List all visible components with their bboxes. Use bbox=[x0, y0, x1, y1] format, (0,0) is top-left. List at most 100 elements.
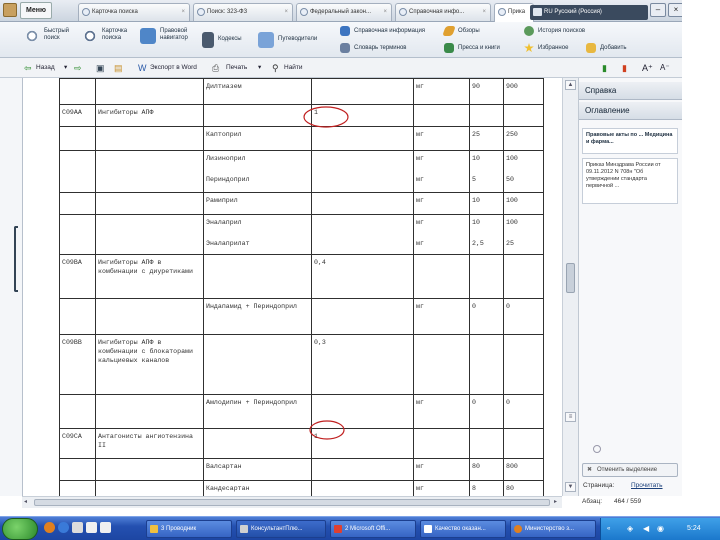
security-icon[interactable]: ◉ bbox=[657, 518, 664, 540]
quick-search-button[interactable]: Быстрый поиск bbox=[24, 28, 80, 48]
tab-order[interactable]: Прика bbox=[494, 3, 534, 22]
press-books-button[interactable]: Пресса и книги bbox=[444, 43, 516, 55]
tab-search-323[interactable]: Поиск: 323-ФЗ × bbox=[193, 3, 293, 21]
app-logo-icon[interactable] bbox=[3, 3, 17, 17]
firefox-icon[interactable] bbox=[44, 522, 55, 533]
tab-label: Федеральный закон... bbox=[310, 9, 371, 15]
contents-header[interactable]: Оглавление bbox=[579, 102, 683, 120]
atc-code-cell bbox=[59, 394, 96, 429]
back-button[interactable]: Назад bbox=[36, 58, 55, 78]
clock: 5:24 bbox=[687, 525, 701, 532]
close-tab-icon[interactable]: × bbox=[181, 4, 185, 20]
order-doc-card[interactable]: Приказ Минздрава России от 09.11.2012 N … bbox=[582, 158, 678, 204]
circle-marker-icon[interactable] bbox=[593, 445, 601, 453]
review-button[interactable]: Обзоры bbox=[442, 26, 504, 38]
printer-icon[interactable]: ⎙ bbox=[212, 58, 219, 78]
table-row: Лизиноприл Периндоприл мг мг 10 5 100 50 bbox=[59, 150, 544, 193]
scroll-down-button[interactable]: ▼ bbox=[565, 482, 576, 492]
help-header[interactable]: Справка bbox=[579, 82, 683, 100]
card-search-button[interactable]: Карточка поиска bbox=[82, 28, 138, 48]
back-dropdown-icon[interactable]: ▾ bbox=[64, 58, 67, 78]
bookmark-green-icon[interactable]: ▮ bbox=[602, 58, 607, 78]
firefox-icon bbox=[514, 525, 522, 533]
binoculars-icon[interactable]: ⚲ bbox=[272, 58, 279, 78]
drug-name-cell: Амлодипин + Периндоприл bbox=[203, 394, 312, 429]
forward-arrow-icon[interactable]: ⇨ bbox=[74, 58, 82, 78]
table-row: Рамиприл мг 10 100 bbox=[59, 192, 544, 215]
close-tab-icon[interactable]: × bbox=[284, 4, 288, 20]
scroll-right-button[interactable]: ▸ bbox=[554, 498, 557, 505]
media-icon[interactable] bbox=[86, 522, 97, 533]
daily-dose-cell bbox=[469, 428, 504, 459]
hscroll-thumb[interactable] bbox=[34, 499, 550, 506]
daily-dose-cell-text-2: 2,5 bbox=[472, 240, 484, 247]
drug-name-cell bbox=[203, 104, 312, 127]
codes-button[interactable]: Кодексы bbox=[202, 32, 254, 48]
save-icon[interactable]: ▣ bbox=[96, 58, 105, 78]
volume-icon[interactable]: ◀ bbox=[643, 518, 649, 540]
frequency-cell bbox=[311, 458, 414, 481]
bookmark-red-icon[interactable]: ▮ bbox=[622, 58, 627, 78]
font-decrease-icon[interactable]: A⁻ bbox=[660, 58, 670, 78]
tab-federal-law[interactable]: Федеральный закон... × bbox=[296, 3, 392, 21]
find-button[interactable]: Найти bbox=[284, 58, 303, 78]
daily-dose-cell-text: 8 bbox=[472, 485, 476, 492]
table-row: C09CA Антагонисты ангиотензина II 1 bbox=[59, 428, 544, 459]
language-indicator[interactable]: RU Русский (Россия) bbox=[530, 5, 648, 20]
scroll-thumb[interactable] bbox=[566, 263, 575, 293]
scroll-left-button[interactable]: ◂ bbox=[24, 498, 27, 505]
print-button[interactable]: Печать bbox=[226, 58, 247, 78]
unit-cell: мг мг bbox=[413, 214, 470, 255]
folder-icon[interactable]: ▤ bbox=[114, 58, 123, 78]
search-history-button[interactable]: История поисков bbox=[524, 26, 604, 38]
clear-highlight-button[interactable]: ✖ Отменить выделение bbox=[582, 463, 678, 477]
ie-icon[interactable] bbox=[58, 522, 69, 533]
page-read-link[interactable]: Прочитать bbox=[631, 482, 663, 489]
back-arrow-icon[interactable]: ⇦ bbox=[24, 58, 32, 78]
atc-code-cell-text: C09BA bbox=[62, 259, 82, 266]
document-view[interactable]: Дилтиазем мг 90 900 C09AA Ингибиторы АПФ 1 Капт… bbox=[22, 78, 562, 496]
menu-button[interactable]: Меню bbox=[20, 2, 52, 19]
close-tab-icon[interactable]: × bbox=[482, 4, 486, 20]
taskbar-explorer[interactable]: 3 Проводник bbox=[146, 520, 232, 538]
tab-reference-info[interactable]: Справочная инфо... × bbox=[395, 3, 491, 21]
daily-dose-cell-text: 10 bbox=[472, 197, 480, 204]
reference-info-button[interactable]: Справочная информация bbox=[340, 26, 440, 38]
scroll-up-button[interactable]: ▲ bbox=[565, 80, 576, 90]
guide-button[interactable]: Путеводители bbox=[258, 32, 328, 48]
print-dropdown-icon[interactable]: ▾ bbox=[258, 58, 261, 78]
vertical-scrollbar[interactable]: ▲ ≡ ▼ bbox=[562, 78, 578, 496]
legal-navigator-button[interactable]: Правовой навигатор bbox=[140, 28, 200, 48]
dictionary-button[interactable]: Словарь терминов bbox=[340, 43, 440, 55]
network-icon[interactable]: ◈ bbox=[627, 518, 633, 540]
drug-name-cell bbox=[203, 428, 312, 459]
taskbar-ministry[interactable]: Министерство з... bbox=[510, 520, 596, 538]
related-doc-card[interactable]: Правовые акты по ... Медицина и фарма... bbox=[582, 128, 678, 154]
desktop-icon[interactable] bbox=[72, 522, 83, 533]
favorites-button[interactable]: Избранное bbox=[524, 43, 580, 55]
font-increase-icon[interactable]: A⁺ bbox=[642, 58, 653, 78]
drug-name-cell-text: Индапамид + Периндоприл bbox=[206, 303, 298, 310]
tab-card-search[interactable]: Карточка поиска × bbox=[78, 3, 190, 21]
start-button[interactable] bbox=[2, 518, 38, 540]
chevron-left-icon[interactable]: « bbox=[607, 518, 610, 540]
add-button[interactable]: Добавить bbox=[586, 43, 642, 55]
tab-bar: Меню Карточка поиска × Поиск: 323-ФЗ × Ф… bbox=[0, 0, 720, 22]
word-icon[interactable]: W bbox=[138, 58, 147, 78]
scroll-expand-icon[interactable]: ≡ bbox=[565, 412, 576, 422]
taskbar-consultant[interactable]: КонсультантПлю... bbox=[236, 520, 326, 538]
course-dose-cell-text-2: 50 bbox=[506, 176, 514, 183]
minimize-button[interactable]: – bbox=[650, 3, 666, 17]
course-dose-cell: 100 25 bbox=[503, 214, 544, 255]
atc-code-cell-text: C09AA bbox=[62, 109, 82, 116]
document-icon[interactable] bbox=[100, 522, 111, 533]
drug-group-cell bbox=[95, 480, 204, 496]
taskbar-office[interactable]: 2 Microsoft Offi... bbox=[330, 520, 416, 538]
close-tab-icon[interactable]: × bbox=[383, 4, 387, 20]
export-word-button[interactable]: Экспорт в Word bbox=[150, 58, 197, 78]
unit-cell bbox=[413, 254, 470, 299]
horizontal-scrollbar[interactable]: ◂ ▸ bbox=[22, 496, 562, 508]
magnifier-icon bbox=[24, 28, 40, 44]
drug-name-cell-text-2: Периндоприл bbox=[206, 176, 250, 183]
taskbar-quality[interactable]: Качество оказан... bbox=[420, 520, 506, 538]
